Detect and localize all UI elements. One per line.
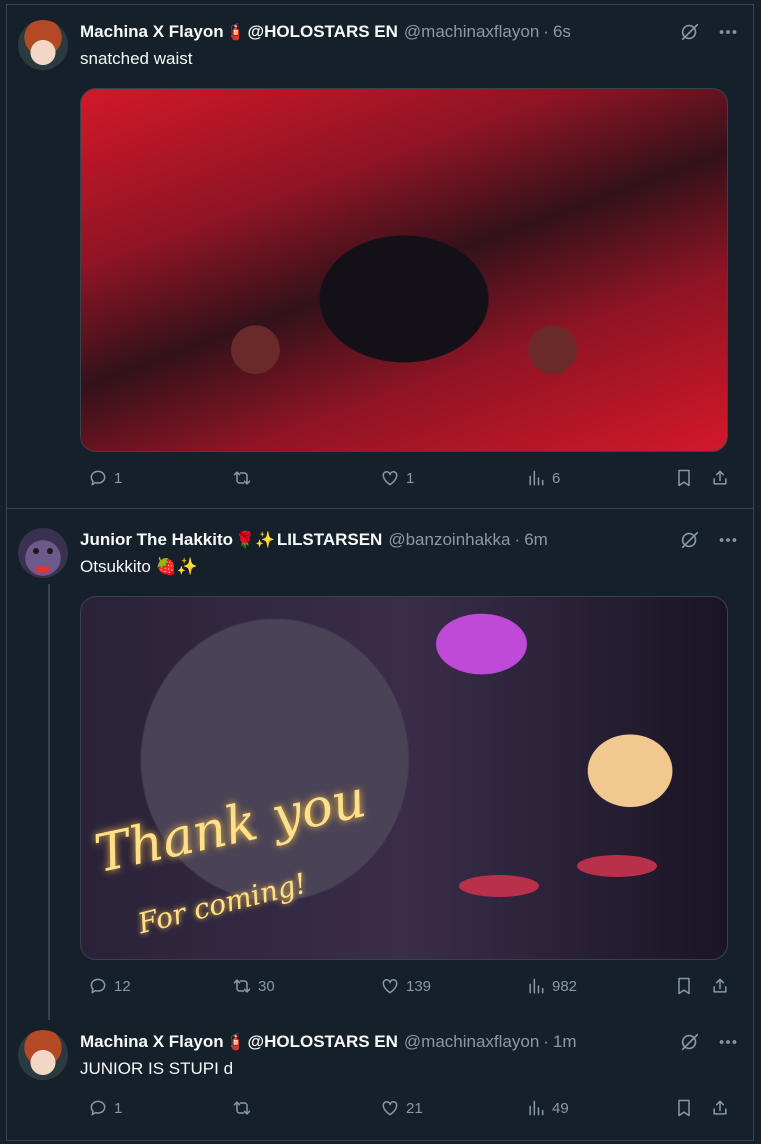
tweet-media-image[interactable]: Thank you For coming! [80,596,728,960]
tweet-actions: 1 1 6 [80,468,740,492]
like-icon [382,978,398,994]
reply-count: 1 [114,1099,123,1117]
reply-count: 1 [114,469,123,487]
media-caption: For coming! [134,866,310,941]
timeline-feed: Machina X Flayon 🧯 @HOLOSTARS EN @machin… [0,0,761,1144]
display-name[interactable]: Machina X Flayon [80,22,224,42]
tweet-text: JUNIOR IS STUPI d [80,1059,234,1078]
user-handle[interactable]: @machinaxflayon [404,22,539,42]
avatar-bow [36,566,50,573]
like-button[interactable]: 1 [380,468,414,488]
bookmark-button[interactable] [674,468,694,488]
reply-button[interactable]: 12 [88,976,131,996]
avatar[interactable] [18,1030,68,1080]
media-stool [577,855,657,877]
user-handle[interactable]: @machinaxflayon [404,1032,539,1052]
display-name[interactable]: Machina X Flayon [80,1032,224,1052]
thread-line [48,584,50,1020]
display-name-suffix[interactable]: @HOLOSTARS EN [248,22,398,42]
reply-count: 12 [114,977,131,995]
retweet-button[interactable] [232,1098,258,1118]
like-count: 21 [406,1099,423,1117]
media-caption: Thank you [89,769,372,885]
share-icon [713,978,727,993]
reply-button[interactable]: 1 [88,1098,122,1118]
like-button[interactable]: 21 [380,1098,423,1118]
avatar-eye [33,548,39,554]
views-icon [529,470,544,486]
tweet-top-actions [679,1031,739,1053]
bookmark-icon [678,469,690,487]
like-count: 139 [406,977,432,995]
reply-icon [90,470,106,486]
name-emoji: 🧯 [225,1034,246,1051]
name-emoji: 🌹✨ [235,532,275,549]
timestamp[interactable]: 1m [553,1032,577,1052]
retweet-icon [233,471,251,485]
display-name-suffix[interactable]: LILSTARSEN [277,530,382,550]
more-icon[interactable] [717,529,739,551]
timestamp[interactable]: 6s [553,22,571,42]
divider [6,1140,754,1141]
bookmark-button[interactable] [674,1098,694,1118]
tweet-actions: 1 21 49 [80,1098,740,1122]
bookmark-icon [678,1099,690,1117]
retweet-button[interactable]: 30 [232,976,275,996]
retweet-count: 30 [258,977,275,995]
grok-icon[interactable] [679,529,701,551]
reply-icon [90,1100,106,1116]
like-count: 1 [406,469,415,487]
reply-icon [90,978,106,994]
share-button[interactable] [710,1098,730,1118]
tweet-header: Machina X Flayon 🧯 @HOLOSTARS EN @machin… [80,21,571,43]
more-icon[interactable] [717,21,739,43]
user-handle[interactable]: @banzoinhakka [388,530,510,550]
like-icon [382,1100,398,1116]
views-count: 49 [552,1099,569,1117]
avatar[interactable] [18,528,68,578]
views-button[interactable]: 6 [526,468,560,488]
avatar[interactable] [18,20,68,70]
reply-button[interactable]: 1 [88,468,122,488]
separator: · [543,1032,549,1051]
bookmark-button[interactable] [674,976,694,996]
retweet-button[interactable] [232,468,258,488]
views-icon [529,1100,544,1116]
display-name-suffix[interactable]: @HOLOSTARS EN [248,1032,398,1052]
retweet-icon [233,1101,251,1115]
avatar-eye [47,548,53,554]
share-button[interactable] [710,468,730,488]
timestamp[interactable]: 6m [524,530,548,550]
views-button[interactable]: 49 [526,1098,569,1118]
separator: · [543,22,549,41]
views-count: 982 [552,977,578,995]
retweet-icon [233,979,251,993]
more-icon[interactable] [717,1031,739,1053]
tweet-header: Machina X Flayon 🧯 @HOLOSTARS EN @machin… [80,1031,577,1053]
separator: · [514,530,521,549]
tweet-text: Otsukkito 🍓✨ [80,557,198,576]
views-count: 6 [552,469,561,487]
tweet-text: snatched waist [80,49,193,68]
name-emoji: 🧯 [225,24,246,41]
views-icon [529,978,544,994]
tweet-header: Junior The Hakkito 🌹✨ LILSTARSEN @banzoi… [80,529,548,551]
tweet-top-actions [679,529,739,551]
tweet-media-image[interactable] [80,88,728,452]
like-icon [382,470,398,486]
display-name[interactable]: Junior The Hakkito [80,530,233,550]
share-icon [713,470,727,485]
tweet-actions: 12 30 139 982 [80,976,740,1000]
grok-icon[interactable] [679,21,701,43]
bookmark-icon [678,977,690,995]
views-button[interactable]: 982 [526,976,577,996]
share-icon [713,1100,727,1115]
share-button[interactable] [710,976,730,996]
like-button[interactable]: 139 [380,976,431,996]
tweet-top-actions [679,21,739,43]
grok-icon[interactable] [679,1031,701,1053]
media-stool [459,875,539,897]
